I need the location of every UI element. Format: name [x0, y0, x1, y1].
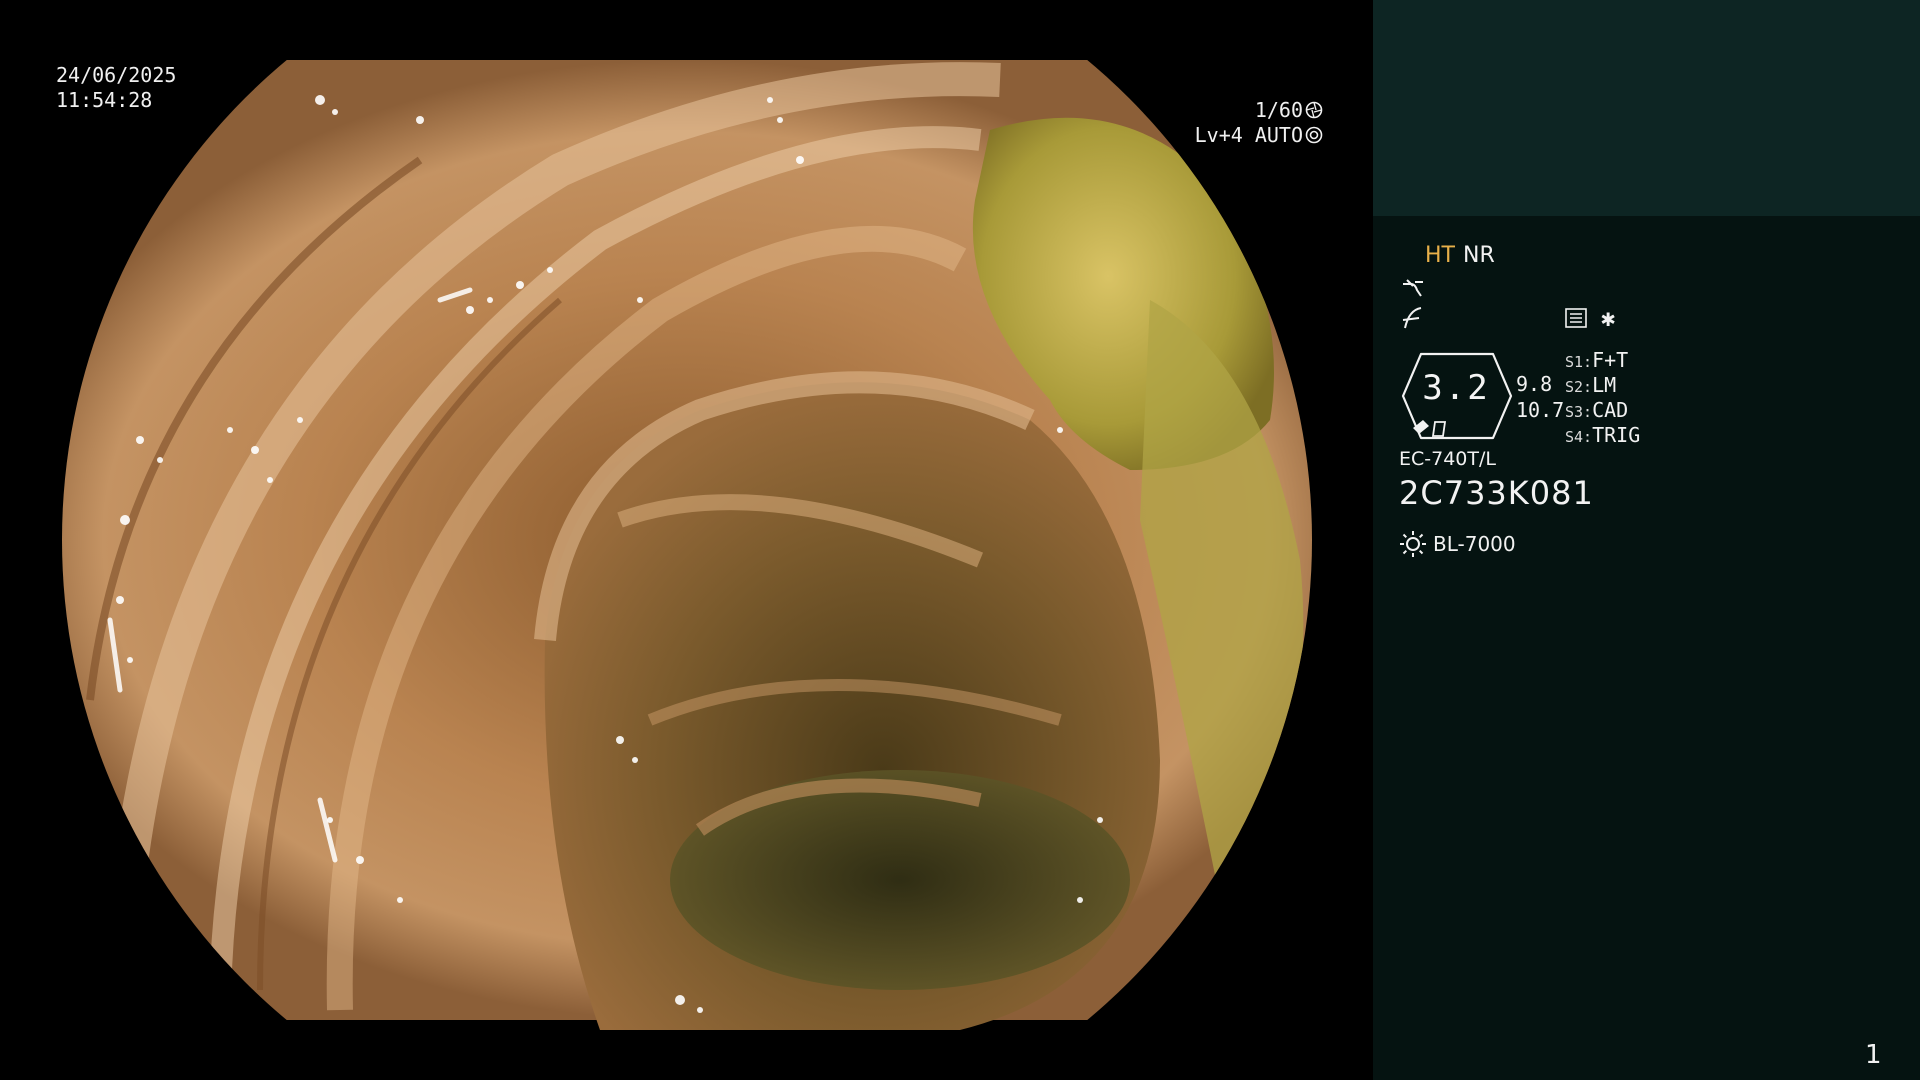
- level-text: Lv+4 AUTO: [1194, 123, 1303, 147]
- endoscope-video-view: 24/06/2025 11:54:28 1/60 Lv+4 AUTO: [0, 0, 1373, 1080]
- page-number: 1: [1865, 1040, 1882, 1070]
- tone-curve-icon: [1403, 279, 1423, 297]
- gauge-value: 3.2: [1422, 368, 1490, 408]
- shutter-text: 1/60: [1254, 98, 1303, 122]
- switch-value: LM: [1592, 373, 1617, 397]
- switch-key: S3:: [1565, 403, 1593, 421]
- aperture-icon: [1305, 101, 1323, 119]
- menu-list-icon: [1565, 308, 1587, 328]
- switch-key: S2:: [1565, 378, 1593, 396]
- exposure-readout: 1/60 Lv+4 AUTO: [1195, 98, 1323, 148]
- auto-iris-icon: [1305, 126, 1323, 144]
- enhancement-icon: [1402, 307, 1422, 329]
- switch-value: TRIG: [1592, 423, 1641, 447]
- switch-key: S4:: [1565, 428, 1593, 446]
- switch-s2: S2:LM: [1565, 373, 1616, 399]
- star-icon: ✱: [1601, 304, 1616, 332]
- ht-indicator: HT: [1425, 243, 1455, 268]
- gauge-sub-value-2: 10.7: [1516, 398, 1565, 422]
- scope-serial: 2C733K081: [1399, 474, 1594, 512]
- switch-s4: S4:TRIG: [1565, 423, 1640, 449]
- light-source-icon: [1400, 531, 1426, 557]
- time-text: 11:54:28: [56, 88, 153, 112]
- switch-s1: S1:F+T: [1565, 348, 1628, 374]
- date-text: 24/06/2025: [56, 63, 177, 87]
- switch-key: S1:: [1565, 353, 1593, 371]
- endoscopic-image: [0, 0, 1373, 1080]
- info-panel-header-area: [1373, 0, 1920, 216]
- scope-model: EC-740T/L: [1399, 448, 1496, 470]
- info-panel: HT NR ✱ 3.2 9.8 10.7 S1:F+T S2:LM S3:CAD…: [1373, 216, 1920, 1080]
- nr-indicator: NR: [1463, 243, 1495, 268]
- switch-value: F+T: [1592, 348, 1629, 372]
- light-source-model: BL-7000: [1433, 532, 1516, 556]
- date-time-readout: 24/06/2025 11:54:28: [56, 63, 176, 113]
- gauge-sub-value-1: 9.8: [1516, 372, 1553, 396]
- switch-s3: S3:CAD: [1565, 398, 1628, 424]
- switch-value: CAD: [1592, 398, 1629, 422]
